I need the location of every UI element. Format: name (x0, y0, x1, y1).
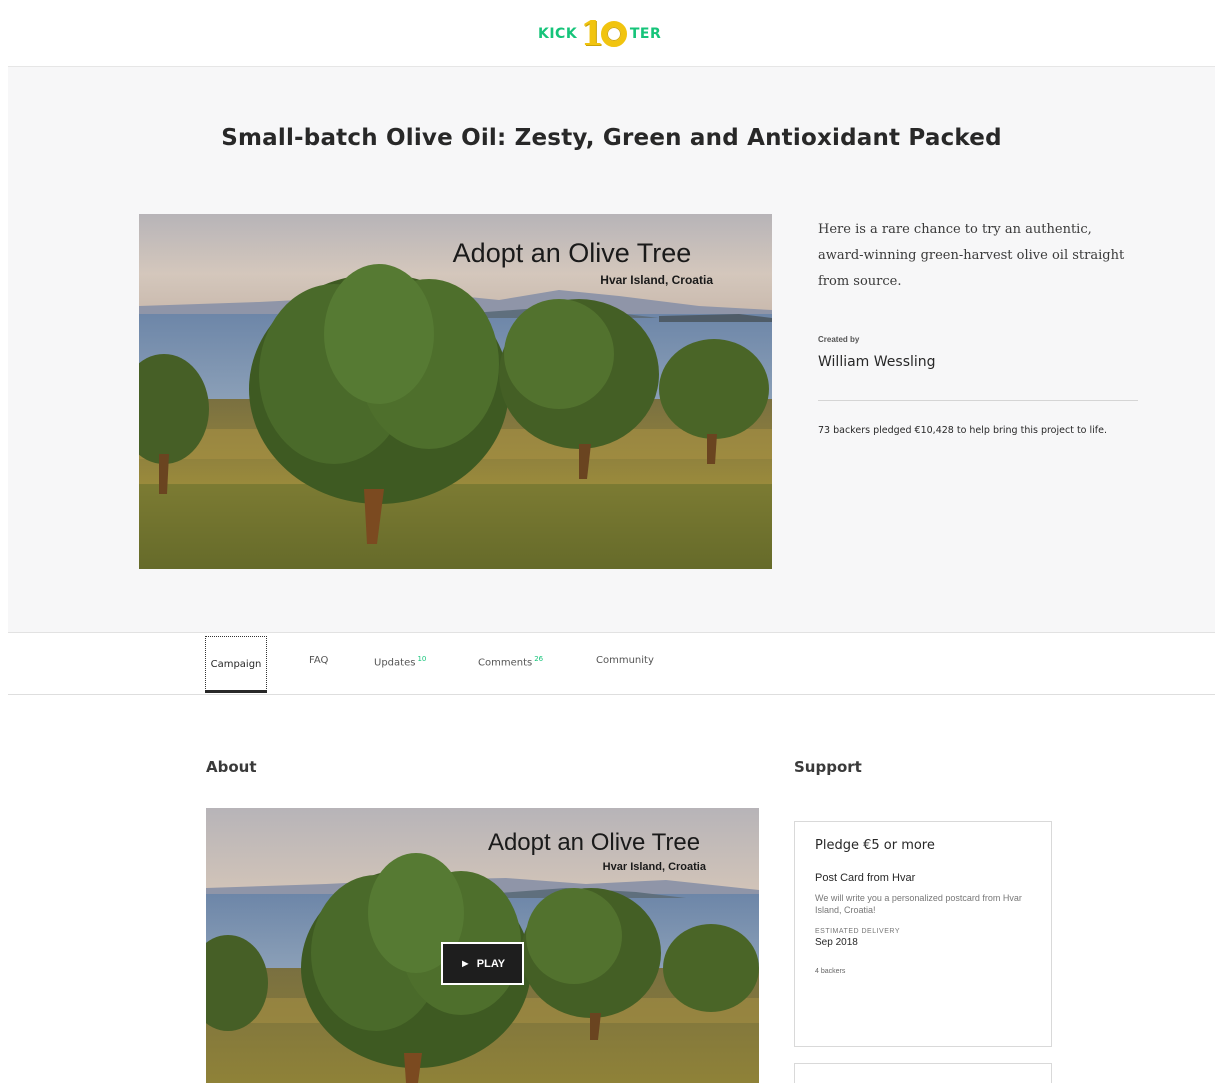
project-title: Small-batch Olive Oil: Zesty, Green and … (221, 125, 1002, 151)
tab-campaign[interactable]: Campaign (205, 636, 267, 693)
pledge-amount: Pledge €5 or more (815, 838, 935, 853)
project-nav: Campaign FAQ Updates 10 Comments 26 Commun… (8, 633, 1215, 695)
reward-card-next[interactable] (794, 1063, 1052, 1083)
support-heading: Support (794, 758, 862, 776)
image-overlay-subtitle: Hvar Island, Croatia (600, 273, 713, 287)
video-overlay-subtitle: Hvar Island, Croatia (603, 861, 707, 873)
project-hero-image: Adopt an Olive Tree Hvar Island, Croatia (139, 214, 772, 569)
logo-text-left: KICK (538, 26, 578, 42)
delivery-date: Sep 2018 (815, 937, 858, 948)
reward-title: Post Card from Hvar (815, 872, 916, 884)
updates-count-badge: 10 (417, 655, 427, 663)
created-by-label: Created by (818, 335, 860, 344)
image-overlay-title: Adopt an Olive Tree (453, 238, 692, 268)
hero-divider (818, 400, 1138, 401)
delivery-label: ESTIMATED DELIVERY (815, 928, 900, 935)
play-button[interactable]: ► PLAY (441, 942, 524, 985)
funding-summary: 73 backers pledged €10,428 to help bring… (818, 425, 1107, 436)
tab-community[interactable]: Community (596, 655, 654, 666)
reward-card[interactable]: Pledge €5 or more Post Card from Hvar We… (794, 821, 1052, 1047)
play-icon: ► (459, 957, 471, 970)
about-heading: About (206, 758, 257, 776)
kickstarter-logo[interactable]: KICK 1 TER (538, 14, 718, 54)
tab-comments[interactable]: Comments 26 (478, 655, 543, 668)
logo-text-right: TER (629, 26, 662, 42)
project-blurb: Here is a rare chance to try an authenti… (818, 222, 1125, 289)
video-overlay-title: Adopt an Olive Tree (488, 829, 700, 856)
tab-updates[interactable]: Updates 10 (374, 655, 426, 668)
reward-description: We will write you a personalized postcar… (815, 893, 1022, 915)
anniversary-ten-icon: 1 (580, 17, 627, 51)
active-tab-indicator (205, 690, 267, 693)
reward-backers-count: 4 backers (815, 968, 846, 975)
project-hero: Small-batch Olive Oil: Zesty, Green and … (8, 66, 1215, 633)
top-bar: KICK 1 TER (0, 0, 1215, 66)
play-label: PLAY (476, 957, 506, 970)
tab-faq[interactable]: FAQ (309, 655, 328, 666)
comments-count-badge: 26 (534, 655, 544, 663)
creator-link[interactable]: William Wessling (818, 354, 936, 370)
